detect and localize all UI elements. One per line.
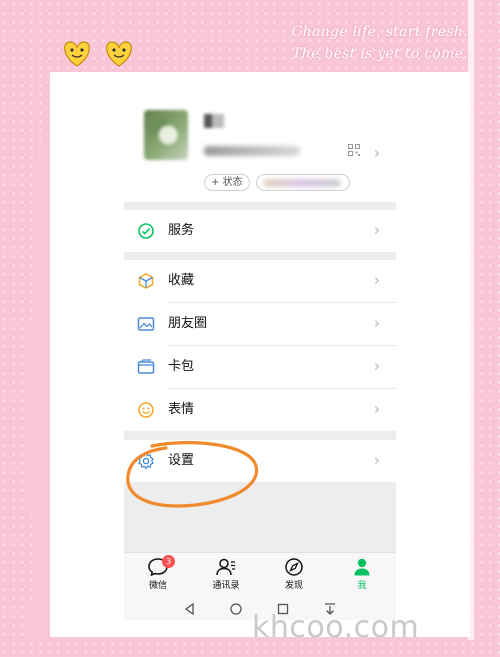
contacts-icon (216, 558, 235, 576)
avatar[interactable] (144, 110, 188, 160)
tab-me[interactable]: 我 (328, 557, 396, 597)
frame-stripe (468, 0, 474, 640)
slogan-line-2: The best is yet to come. (292, 46, 468, 62)
highlight-circle (126, 441, 259, 508)
menu-label-services: 服务 (168, 223, 195, 238)
profile-header[interactable]: › + 状态 (124, 92, 396, 202)
tab-label-contacts: 通讯录 (212, 581, 240, 591)
heart-face-icon (64, 41, 90, 67)
slogan-line-1: Change life, start fresh. (291, 24, 468, 40)
chevron-right-icon: › (374, 357, 380, 375)
menu-label-moments: 朋友圈 (168, 316, 208, 331)
section-gap (124, 202, 396, 210)
menu-item-services[interactable]: 服务 › (124, 210, 396, 252)
back-nav-icon[interactable] (182, 601, 198, 617)
person-icon (354, 558, 370, 576)
home-nav-icon[interactable] (228, 601, 244, 617)
chevron-right-icon: › (374, 144, 380, 162)
chevron-right-icon: › (374, 314, 380, 332)
tab-label-chats: 微信 (148, 581, 167, 591)
add-status-button[interactable]: + 状态 (204, 174, 250, 191)
menu-label-stickers: 表情 (168, 402, 195, 417)
moments-icon (137, 317, 155, 331)
unread-badge: 3 (162, 555, 175, 568)
menu-label-cards: 卡包 (168, 359, 195, 374)
favorites-icon (138, 273, 154, 289)
menu-item-stickers[interactable]: 表情 › (124, 389, 396, 431)
menu-item-favorites[interactable]: 收藏 › (124, 260, 396, 302)
chevron-right-icon: › (374, 400, 380, 418)
compass-icon (285, 558, 303, 576)
chevron-right-icon: › (374, 451, 380, 469)
qr-code-icon[interactable] (348, 144, 360, 156)
tab-label-me: 我 (357, 581, 367, 591)
heart-face-icon (106, 41, 132, 67)
stickers-icon (138, 402, 154, 418)
tab-label-discover: 发现 (284, 581, 303, 591)
menu-item-cards[interactable]: 卡包 › (124, 346, 396, 388)
wechat-me-screen: › + 状态 服务 › 收藏 › 朋友圈 › 卡包 › 表情 › 设置 › 3 … (124, 92, 396, 620)
section-gap (124, 252, 396, 260)
friends-status-pill[interactable] (256, 174, 350, 191)
chevron-right-icon: › (374, 271, 380, 289)
section-gap (124, 431, 396, 440)
nickname-redacted (204, 114, 224, 128)
wechat-id-redacted (204, 146, 300, 156)
tab-contacts[interactable]: 通讯录 (192, 557, 260, 597)
tab-chats[interactable]: 3 微信 (124, 555, 192, 597)
services-icon (138, 223, 154, 239)
chevron-right-icon: › (374, 221, 380, 239)
watermark: khcoo.com (252, 610, 420, 645)
menu-item-moments[interactable]: 朋友圈 › (124, 303, 396, 345)
menu-label-favorites: 收藏 (168, 273, 195, 288)
tab-discover[interactable]: 发现 (260, 557, 328, 597)
cards-icon (137, 359, 155, 374)
bottom-tab-bar: 3 微信 通讯录 发现 我 (124, 552, 396, 598)
